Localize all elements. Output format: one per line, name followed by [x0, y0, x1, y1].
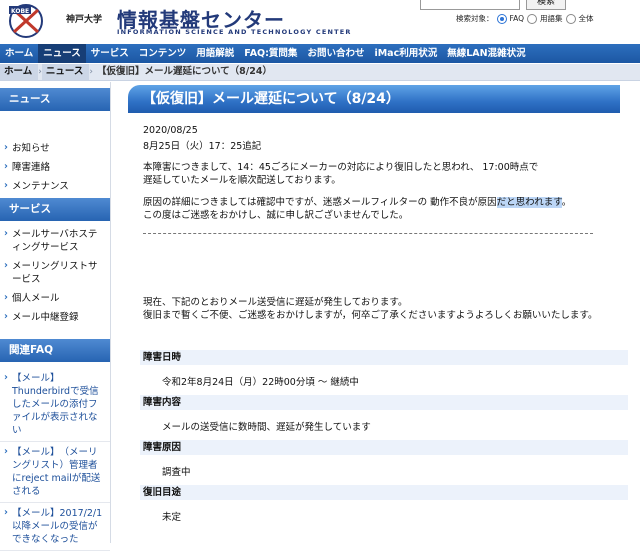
sidebar-item-label: メール中継登録 — [12, 312, 79, 323]
center-name-english: INFORMATION SCIENCE AND TECHNOLOGY CENTE… — [117, 28, 352, 36]
sidebar-item-label: 個人メール — [12, 293, 60, 304]
radio-faq[interactable] — [496, 13, 507, 24]
paragraph-2-text-c: 。 — [561, 197, 572, 208]
sidebar-item-info[interactable]: お知らせ — [0, 139, 110, 158]
post-date: 2020/08/25 — [143, 125, 198, 136]
paragraph-2-line-1: 原因の詳細につきましては確認中ですが、迷惑メールフィルターの 動作不良が原因だと… — [143, 194, 571, 208]
nav-wifi-status[interactable]: 無線LAN混雑状況 — [442, 44, 530, 63]
section-heading-content: 障害内容 — [140, 395, 628, 410]
paragraph-2-line-2: この度はご迷惑をおかけし、誠に申し訳ございませんでした。 — [143, 210, 409, 221]
sidebar-item-label: 障害連絡 — [12, 162, 51, 173]
breadcrumb: ホーム › ニュース › 【仮復旧】メール遅延について（8/24） — [0, 64, 640, 81]
sidebar-item-label: メールサーバホスティングサービス — [12, 229, 98, 253]
search-scope: 検索対象： FAQ 用語集 全体 — [456, 13, 594, 24]
nav-service[interactable]: サービス — [86, 44, 134, 63]
divider — [143, 233, 593, 234]
breadcrumb-news[interactable]: ニュース — [41, 64, 90, 80]
section-heading-datetime: 障害日時 — [140, 350, 628, 365]
sidebar-item-mail-hosting[interactable]: メールサーバホスティングサービス — [0, 225, 110, 257]
update-note: 8月25日（火）17：25追記 — [143, 141, 262, 152]
nav-contact[interactable]: お問い合わせ — [302, 44, 369, 63]
paragraph-3-line-2: 復旧まで暫くご不便、ご迷惑をおかけしますが，何卒ご了承くださいますようよろしくお… — [143, 310, 598, 321]
nav-faq[interactable]: FAQ:質問集 — [239, 44, 302, 63]
paragraph-1-line-2: 遅延していたメールを順次配送しております。 — [143, 175, 341, 186]
radio-faq-label[interactable]: FAQ — [510, 14, 525, 23]
sidebar-item-failure[interactable]: 障害連絡 — [0, 158, 110, 177]
section-body-datetime: 令和2年8月24日（月）22時00分頃 〜 継続中 — [162, 377, 359, 388]
radio-glossary-label[interactable]: 用語集 — [540, 13, 563, 24]
sidebar-item-label: メンテナンス — [12, 181, 69, 192]
nav-glossary[interactable]: 用語解説 — [191, 44, 239, 63]
radio-glossary[interactable] — [527, 13, 538, 24]
sidebar-faq-heading: 関連FAQ — [0, 339, 110, 362]
section-heading-recovery: 復旧目途 — [140, 485, 628, 500]
faq-item-receive-fail[interactable]: 【メール】2017/2/1以降メールの受信ができなくなった — [0, 503, 110, 551]
main-content: 【仮復旧】メール遅延について（8/24） 2020/08/25 8月25日（火）… — [120, 82, 640, 543]
site-header: KOBE 神戸大学 情報基盤センター INFORMATION SCIENCE A… — [0, 0, 640, 42]
faq-item-reject-mail[interactable]: 【メール】 （メーリングリスト）管理者にreject mailが配送される — [0, 442, 110, 503]
selected-text[interactable]: だと思われます — [496, 197, 562, 208]
paragraph-3-line-1: 現在、下記のとおりメール送受信に遅延が発生しております。 — [143, 297, 408, 308]
radio-all[interactable] — [565, 13, 576, 24]
section-body-cause: 調査中 — [162, 467, 191, 478]
search-input[interactable] — [420, 0, 520, 10]
nav-news[interactable]: ニュース — [38, 44, 86, 63]
section-heading-cause: 障害原因 — [140, 440, 628, 455]
radio-all-label[interactable]: 全体 — [579, 13, 594, 24]
nav-imac-status[interactable]: iMac利用状況 — [369, 44, 442, 63]
nav-home[interactable]: ホーム — [0, 44, 38, 63]
sidebar-item-label: メーリングリストサービス — [12, 261, 98, 285]
sidebar-item-mailing-list[interactable]: メーリングリストサービス — [0, 257, 110, 289]
sidebar-service-heading[interactable]: サービス — [0, 198, 110, 221]
breadcrumb-current: 【仮復旧】メール遅延について（8/24） — [96, 66, 272, 77]
paragraph-1-line-1: 本障害につきまして、14：45ごろにメーカーの対応により復旧したと思われ、 17… — [143, 162, 539, 173]
sidebar: ニュース お知らせ 障害連絡 メンテナンス サービス メールサーバホスティングサ… — [0, 82, 111, 551]
section-body-content: メールの送受信に数時間、遅延が発生しています — [162, 422, 371, 433]
sidebar-item-personal-mail[interactable]: 個人メール — [0, 289, 110, 308]
search-scope-label: 検索対象： — [456, 14, 494, 23]
kobe-emblem-icon[interactable]: KOBE — [6, 2, 46, 40]
sidebar-news-heading[interactable]: ニュース — [0, 88, 110, 111]
global-nav: ホーム ニュース サービス コンテンツ 用語解説 FAQ:質問集 お問い合わせ … — [0, 44, 640, 63]
emblem-text: KOBE — [11, 8, 29, 15]
search-button[interactable]: 検索 — [526, 0, 566, 10]
sidebar-item-maintenance[interactable]: メンテナンス — [0, 177, 110, 196]
sidebar-item-label: お知らせ — [12, 143, 50, 154]
section-body-recovery: 未定 — [162, 512, 182, 523]
breadcrumb-home[interactable]: ホーム — [0, 64, 39, 80]
page-title: 【仮復旧】メール遅延について（8/24） — [128, 85, 620, 113]
faq-item-thunderbird[interactable]: 【メール】Thunderbirdで受信したメールの添付ファイルが表示されない — [0, 368, 110, 442]
university-name[interactable]: 神戸大学 — [66, 12, 102, 25]
nav-contents[interactable]: コンテンツ — [134, 44, 192, 63]
sidebar-item-mail-relay[interactable]: メール中継登録 — [0, 308, 110, 327]
